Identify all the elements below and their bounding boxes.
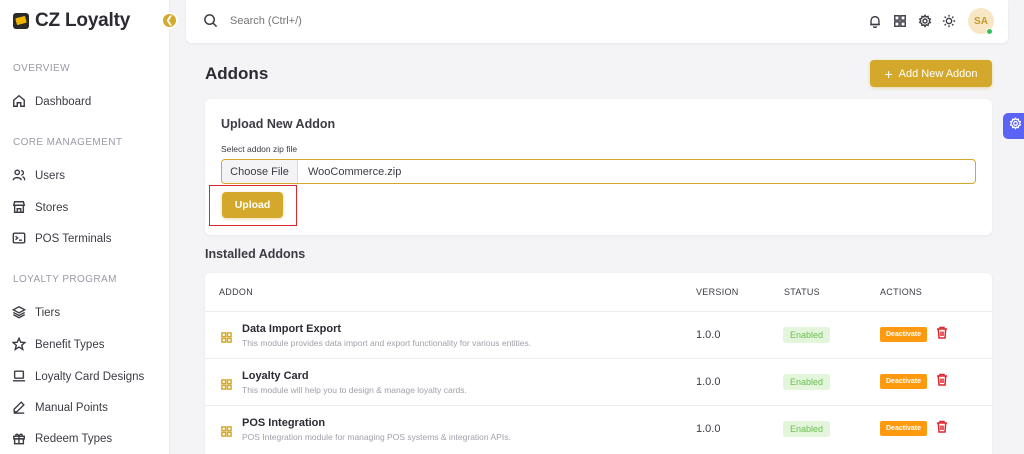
trash-icon[interactable]: [936, 420, 948, 433]
status-badge: Enabled: [783, 327, 831, 343]
addon-version: 1.0.0: [696, 423, 721, 435]
sidebar-item-label: Stores: [35, 202, 69, 214]
search-input[interactable]: [230, 12, 530, 30]
addon-name: POS Integration: [242, 417, 326, 429]
column-header-actions: ACTIONS: [880, 287, 923, 297]
upload-addon-card: Upload New Addon Select addon zip file C…: [205, 99, 992, 235]
sidebar-item-dashboard[interactable]: Dashboard: [12, 93, 91, 111]
star-icon: [11, 336, 27, 354]
sidebar-item-redeem-types[interactable]: Redeem Types: [12, 430, 112, 448]
sidebar-item-label: Users: [35, 170, 66, 182]
nav-section-core-management: CORE MANAGEMENT: [13, 137, 123, 148]
sidebar-item-label: POS Terminals: [35, 233, 112, 245]
addon-description: POS Integration module for managing POS …: [242, 432, 511, 442]
sidebar-item-pos-terminals[interactable]: POS Terminals: [12, 230, 111, 248]
upload-highlight-box: [209, 185, 297, 226]
gear-icon[interactable]: [918, 14, 932, 28]
selected-file-name: WooCommerce.zip: [308, 165, 402, 178]
trash-icon[interactable]: [936, 326, 948, 339]
laptop-icon: [12, 369, 26, 386]
addon-name: Data Import Export: [242, 323, 342, 335]
status-badge: Enabled: [783, 374, 831, 390]
file-input-label: Select addon zip file: [221, 144, 298, 154]
module-grid-icon: [221, 377, 232, 390]
nav-section-loyalty-program: LOYALTY PROGRAM: [13, 274, 117, 285]
plus-icon: +: [884, 65, 893, 82]
bell-icon[interactable]: [868, 14, 882, 29]
sidebar-collapse-button[interactable]: ❮: [161, 12, 178, 29]
layers-icon: [11, 305, 27, 322]
module-grid-icon: [221, 424, 232, 437]
pen-icon: [12, 400, 26, 417]
table-row: Loyalty Card This module will help you t…: [205, 358, 992, 405]
brand[interactable]: CZ Loyalty: [13, 9, 130, 33]
store-icon: [12, 200, 26, 217]
brand-name: CZ Loyalty: [35, 10, 131, 31]
addon-description: This module will help you to design & ma…: [242, 385, 467, 395]
sidebar-item-label: Dashboard: [35, 96, 92, 108]
sidebar-item-label: Benefit Types: [35, 339, 105, 351]
search-icon: [203, 13, 218, 28]
sidebar-item-stores[interactable]: Stores: [12, 199, 68, 217]
choose-file-button[interactable]: Choose File: [222, 160, 298, 183]
sidebar: CZ Loyalty OVERVIEW Dashboard CORE MANAG…: [0, 0, 170, 454]
online-status-dot: [986, 28, 993, 35]
addon-name: Loyalty Card: [242, 370, 309, 382]
addon-version: 1.0.0: [696, 329, 721, 341]
sidebar-item-label: Loyalty Card Designs: [35, 371, 145, 383]
sidebar-item-manual-points[interactable]: Manual Points: [12, 399, 108, 417]
terminal-icon: [12, 231, 26, 248]
chevron-left-icon: ❮: [165, 15, 174, 26]
home-icon: [12, 94, 26, 111]
brand-logo-icon: [13, 13, 29, 29]
module-grid-icon: [221, 330, 232, 343]
deactivate-button[interactable]: Deactivate: [880, 327, 928, 342]
gear-icon: [1009, 117, 1022, 135]
gift-icon: [12, 431, 26, 448]
addon-version: 1.0.0: [696, 376, 721, 388]
installed-addons-table: ADDON VERSION STATUS ACTIONS Data Import…: [205, 273, 992, 454]
add-new-addon-button[interactable]: + Add New Addon: [870, 60, 992, 87]
sidebar-item-label: Manual Points: [35, 402, 108, 414]
topbar: SA: [186, 0, 1008, 43]
sidebar-item-benefit-types[interactable]: Benefit Types: [11, 336, 105, 354]
sidebar-item-users[interactable]: Users: [12, 167, 65, 185]
sidebar-item-label: Redeem Types: [35, 433, 113, 445]
column-header-status: STATUS: [784, 287, 820, 297]
page-title: Addons: [205, 64, 269, 83]
column-header-addon: ADDON: [219, 287, 254, 297]
avatar-initials: SA: [974, 15, 988, 27]
table-row: Data Import Export This module provides …: [205, 311, 992, 358]
table-row: POS Integration POS Integration module f…: [205, 405, 992, 452]
column-header-version: VERSION: [696, 287, 739, 297]
users-icon: [12, 168, 26, 185]
add-new-addon-label: Add New Addon: [898, 67, 978, 80]
deactivate-button[interactable]: Deactivate: [880, 374, 928, 389]
installed-addons-title: Installed Addons: [205, 247, 306, 261]
deactivate-button[interactable]: Deactivate: [880, 421, 928, 436]
addon-description: This module provides data import and exp…: [242, 338, 532, 348]
sidebar-item-tiers[interactable]: Tiers: [11, 304, 61, 322]
upload-card-title: Upload New Addon: [221, 117, 336, 131]
sidebar-item-loyalty-card-designs[interactable]: Loyalty Card Designs: [12, 368, 144, 386]
nav-section-overview: OVERVIEW: [13, 63, 70, 74]
trash-icon[interactable]: [936, 373, 948, 386]
customizer-settings-button[interactable]: [1003, 113, 1024, 139]
status-badge: Enabled: [783, 421, 831, 437]
file-input[interactable]: Choose File WooCommerce.zip: [221, 159, 976, 184]
sun-icon[interactable]: [942, 14, 956, 28]
grid-icon[interactable]: [893, 14, 907, 28]
sidebar-item-label: Tiers: [35, 307, 61, 319]
